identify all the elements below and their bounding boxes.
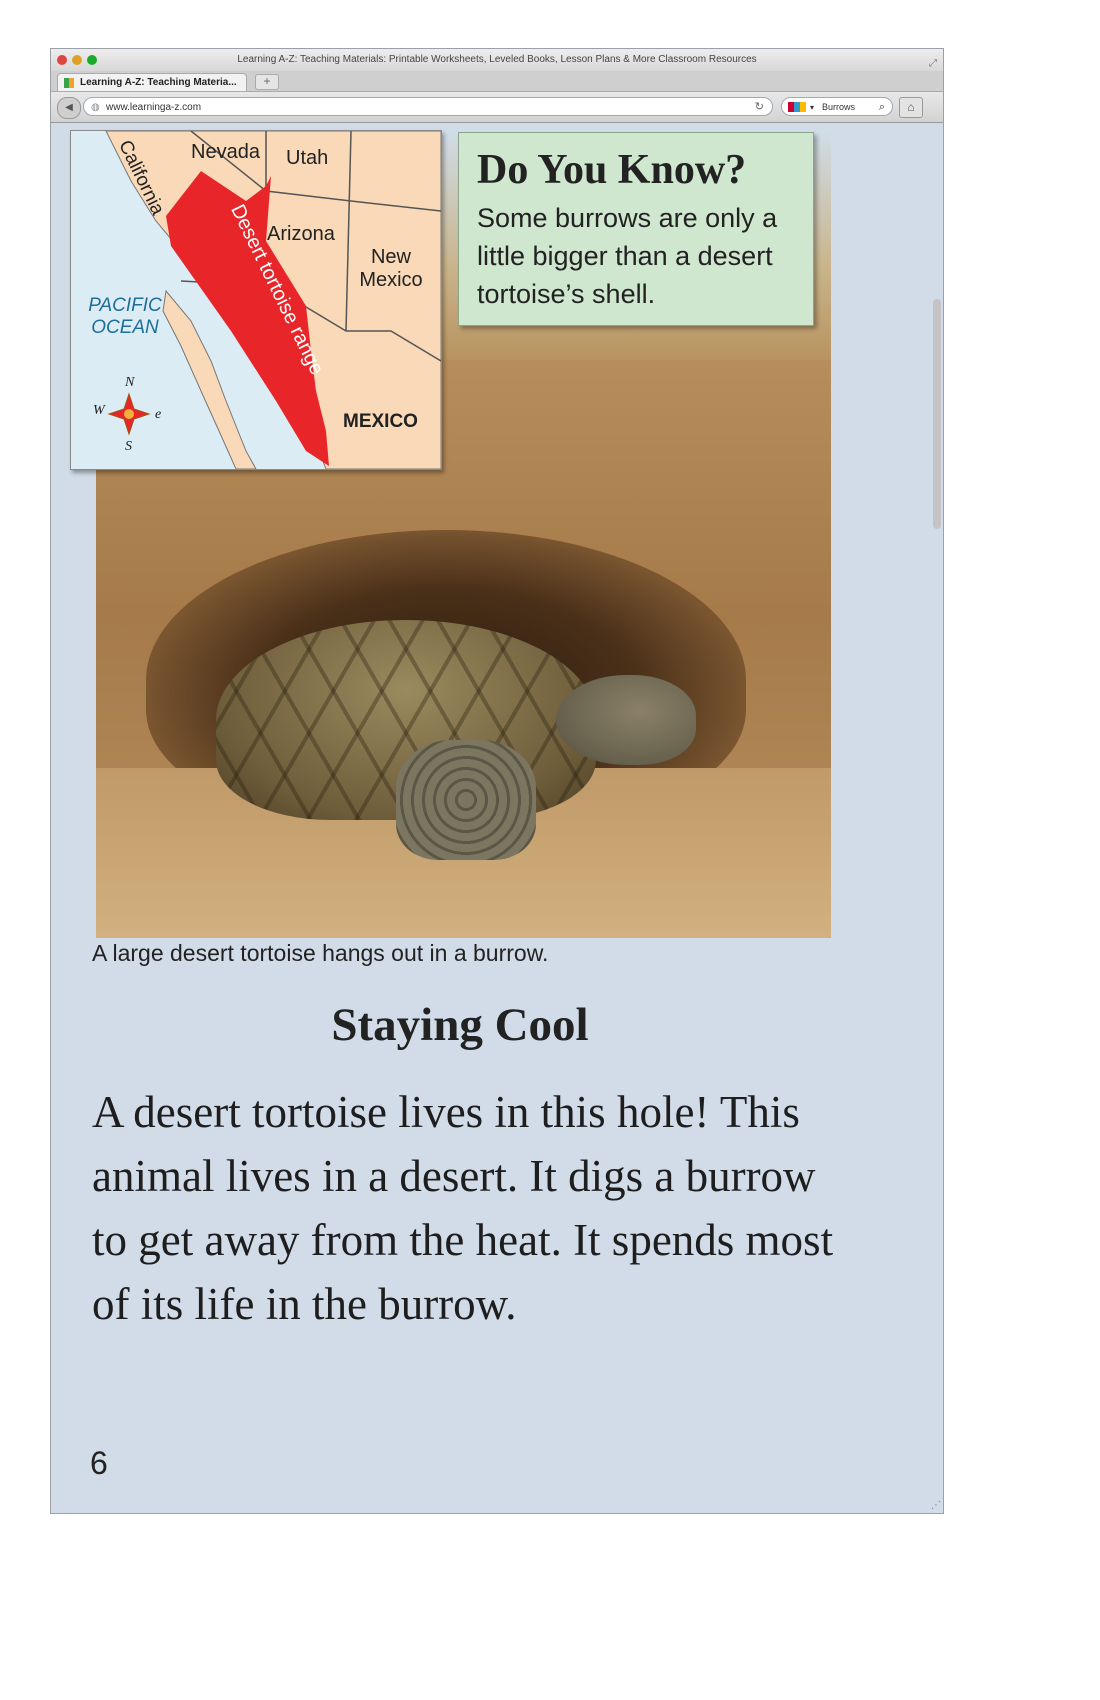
compass-e: e <box>155 407 162 422</box>
tab-label: Learning A-Z: Teaching Materia... <box>80 77 237 88</box>
home-button[interactable]: ⌂ <box>899 97 923 118</box>
search-engine-icon[interactable] <box>788 102 806 112</box>
window-controls <box>57 55 97 65</box>
chevron-down-icon[interactable]: ▾ <box>810 98 814 117</box>
search-icon[interactable]: ⌕ <box>879 98 885 117</box>
do-you-know-text: Some burrows are only a little bigger th… <box>477 203 778 309</box>
label-utah: Utah <box>286 147 329 169</box>
back-button[interactable]: ◀ <box>57 97 81 119</box>
tab-learning-a-z[interactable]: Learning A-Z: Teaching Materia... <box>57 73 247 91</box>
search-bar[interactable]: ▾ Burrows ⌕ <box>781 97 893 116</box>
label-arizona: Arizona <box>267 223 335 245</box>
do-you-know-title: Do You Know? <box>477 147 747 193</box>
compass-s: S <box>125 439 132 454</box>
favicon-icon <box>64 78 74 88</box>
resize-grip-icon[interactable]: ⋰ <box>931 1500 941 1511</box>
range-map: California Nevada Utah Arizona New Mexic… <box>70 130 442 470</box>
navigation-bar: ◀ ◍ www.learninga-z.com ↻ ▾ Burrows ⌕ ⌂ <box>51 92 943 123</box>
do-you-know-box: Do You Know? Some burrows are only a lit… <box>458 132 814 326</box>
compass-w: W <box>93 403 105 418</box>
photo-caption: A large desert tortoise hangs out in a b… <box>92 940 549 966</box>
new-tab-button[interactable]: + <box>255 74 279 90</box>
zoom-button[interactable] <box>87 55 97 65</box>
tortoise-head <box>556 675 696 765</box>
ocean-line-2: OCEAN <box>91 317 159 338</box>
compass-n: N <box>125 375 135 390</box>
page-number: 6 <box>90 1445 108 1481</box>
vertical-scrollbar[interactable] <box>933 299 941 529</box>
label-nevada: Nevada <box>191 141 260 163</box>
title-bar: Learning A-Z: Teaching Materials: Printa… <box>51 49 943 71</box>
section-heading: Staying Cool <box>331 999 589 1051</box>
window-title: Learning A-Z: Teaching Materials: Printa… <box>237 54 757 65</box>
compass-rose-icon: N S e W <box>89 375 169 461</box>
address-bar[interactable]: ◍ www.learninga-z.com ↻ <box>83 97 773 116</box>
close-button[interactable] <box>57 55 67 65</box>
ocean-line-1: PACIFIC <box>88 295 162 316</box>
label-new-mexico: New Mexico <box>359 246 423 291</box>
search-value: Burrows <box>822 102 856 112</box>
globe-icon: ◍ <box>91 102 100 113</box>
label-pacific-ocean: PACIFIC OCEAN <box>85 295 165 339</box>
reload-icon[interactable]: ↻ <box>755 98 764 117</box>
body-paragraph: A desert tortoise lives in this hole! Th… <box>92 1087 834 1329</box>
label-mexico: MEXICO <box>343 411 418 432</box>
url-text: www.learninga-z.com <box>106 102 202 113</box>
tortoise-leg <box>396 740 536 860</box>
minimize-button[interactable] <box>72 55 82 65</box>
tab-bar: Learning A-Z: Teaching Materia... + <box>51 71 943 92</box>
